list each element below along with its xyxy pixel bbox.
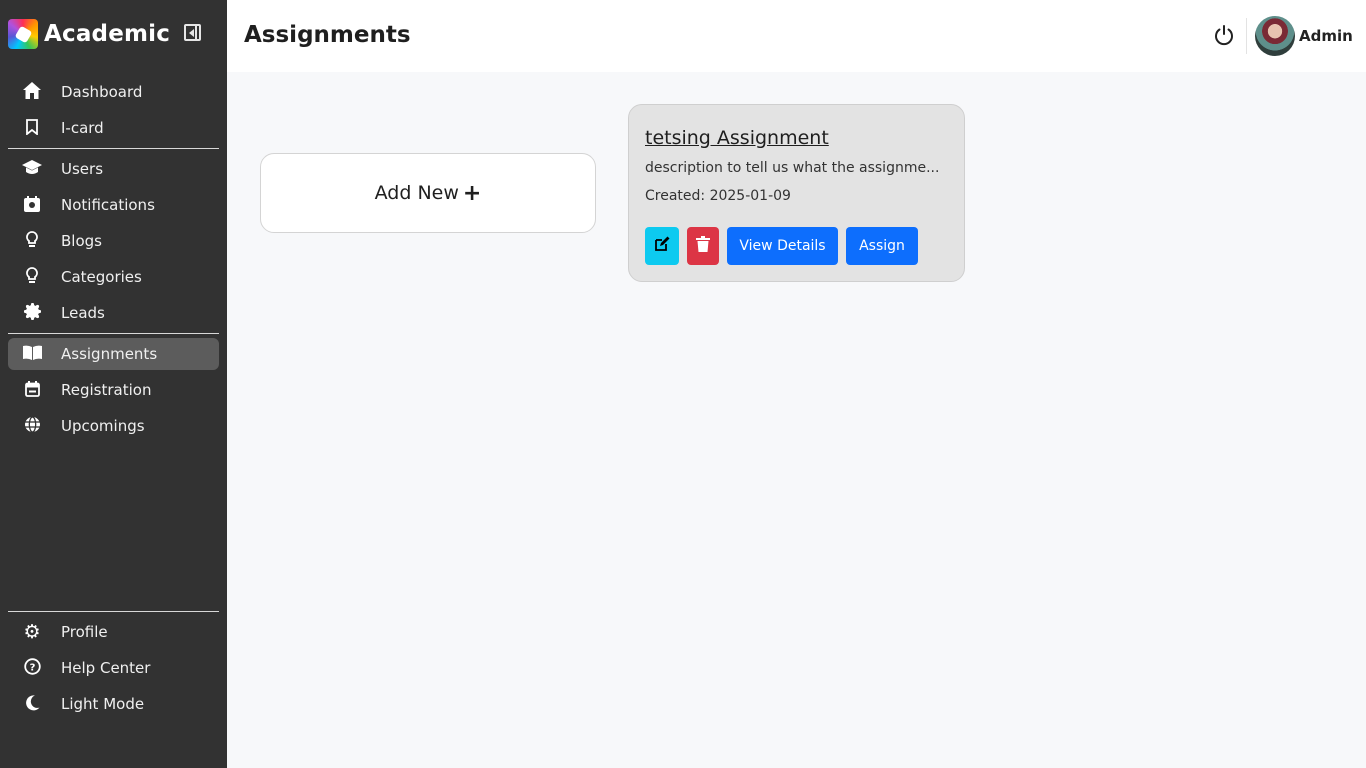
app-name: Academic	[44, 21, 171, 47]
sidebar: Academic Dashboard I-card Users Notifica…	[0, 0, 227, 768]
trash-icon	[696, 236, 710, 256]
page-title: Assignments	[244, 22, 411, 48]
sidebar-item-icard[interactable]: I-card	[8, 112, 219, 144]
sidebar-divider	[8, 148, 219, 149]
sidebar-item-label: Registration	[61, 381, 152, 399]
sidebar-item-upcomings[interactable]: Upcomings	[8, 410, 219, 442]
view-details-button[interactable]: View Details	[727, 227, 838, 265]
app-logo-icon	[8, 19, 38, 49]
avatar[interactable]	[1255, 16, 1295, 56]
sidebar-item-leads[interactable]: Leads	[8, 297, 219, 329]
sidebar-item-notifications[interactable]: Notifications	[8, 189, 219, 221]
sidebar-item-label: Profile	[61, 623, 108, 641]
delete-button[interactable]	[687, 227, 719, 265]
sidebar-item-light-mode[interactable]: Light Mode	[8, 688, 219, 720]
edit-icon	[654, 236, 670, 256]
sidebar-item-label: Dashboard	[61, 83, 143, 101]
sidebar-item-blogs[interactable]: Blogs	[8, 225, 219, 257]
sidebar-item-help-center[interactable]: ? Help Center	[8, 652, 219, 684]
assignment-title[interactable]: tetsing Assignment	[645, 127, 829, 149]
gear-icon: ⚙	[23, 620, 41, 643]
lightbulb-icon	[22, 231, 42, 251]
sidebar-item-label: Categories	[61, 268, 142, 286]
sidebar-item-label: Upcomings	[61, 417, 145, 435]
home-icon	[22, 82, 42, 102]
header-divider	[1246, 18, 1247, 54]
badge-icon	[22, 302, 42, 323]
assign-button[interactable]: Assign	[846, 227, 918, 265]
lightbulb-icon	[22, 267, 42, 287]
assignment-description: description to tell us what the assignme…	[645, 160, 940, 176]
bookmark-icon	[22, 118, 42, 138]
calendar-icon	[22, 380, 42, 400]
plus-icon: +	[462, 180, 482, 206]
sidebar-item-categories[interactable]: Categories	[8, 261, 219, 293]
power-icon[interactable]	[1213, 24, 1235, 46]
sidebar-item-label: Leads	[61, 304, 105, 322]
edit-button[interactable]	[645, 227, 679, 265]
sidebar-item-users[interactable]: Users	[8, 153, 219, 185]
top-header: Assignments Admin	[227, 0, 1366, 72]
sidebar-item-registration[interactable]: Registration	[8, 374, 219, 406]
sidebar-item-label: I-card	[61, 119, 104, 137]
sidebar-item-label: Help Center	[61, 659, 151, 677]
sidebar-item-label: Light Mode	[61, 695, 145, 713]
sidebar-item-label: Assignments	[61, 345, 158, 363]
book-open-icon	[22, 345, 42, 363]
sidebar-item-dashboard[interactable]: Dashboard	[8, 76, 219, 108]
user-name[interactable]: Admin	[1299, 27, 1353, 45]
svg-text:?: ?	[29, 663, 35, 674]
sidebar-item-label: Blogs	[61, 232, 102, 250]
sidebar-item-label: Users	[61, 160, 104, 178]
add-new-button[interactable]: Add New +	[260, 153, 596, 233]
calendar-box-icon	[22, 195, 42, 215]
sidebar-divider	[8, 611, 219, 612]
graduation-cap-icon	[22, 160, 42, 178]
sidebar-item-assignments[interactable]: Assignments	[8, 338, 219, 370]
sidebar-divider	[8, 333, 219, 334]
sidebar-item-profile[interactable]: ⚙ Profile	[8, 616, 219, 648]
add-new-label: Add New	[374, 182, 459, 204]
brand[interactable]: Academic	[8, 18, 170, 50]
assignment-created-date: Created: 2025-01-09	[645, 188, 791, 204]
sidebar-collapse-icon[interactable]	[184, 24, 201, 41]
question-circle-icon: ?	[22, 658, 42, 678]
assignment-card: tetsing Assignment description to tell u…	[628, 104, 965, 282]
moon-icon	[22, 694, 42, 714]
sidebar-item-label: Notifications	[61, 196, 155, 214]
globe-icon	[22, 416, 42, 436]
